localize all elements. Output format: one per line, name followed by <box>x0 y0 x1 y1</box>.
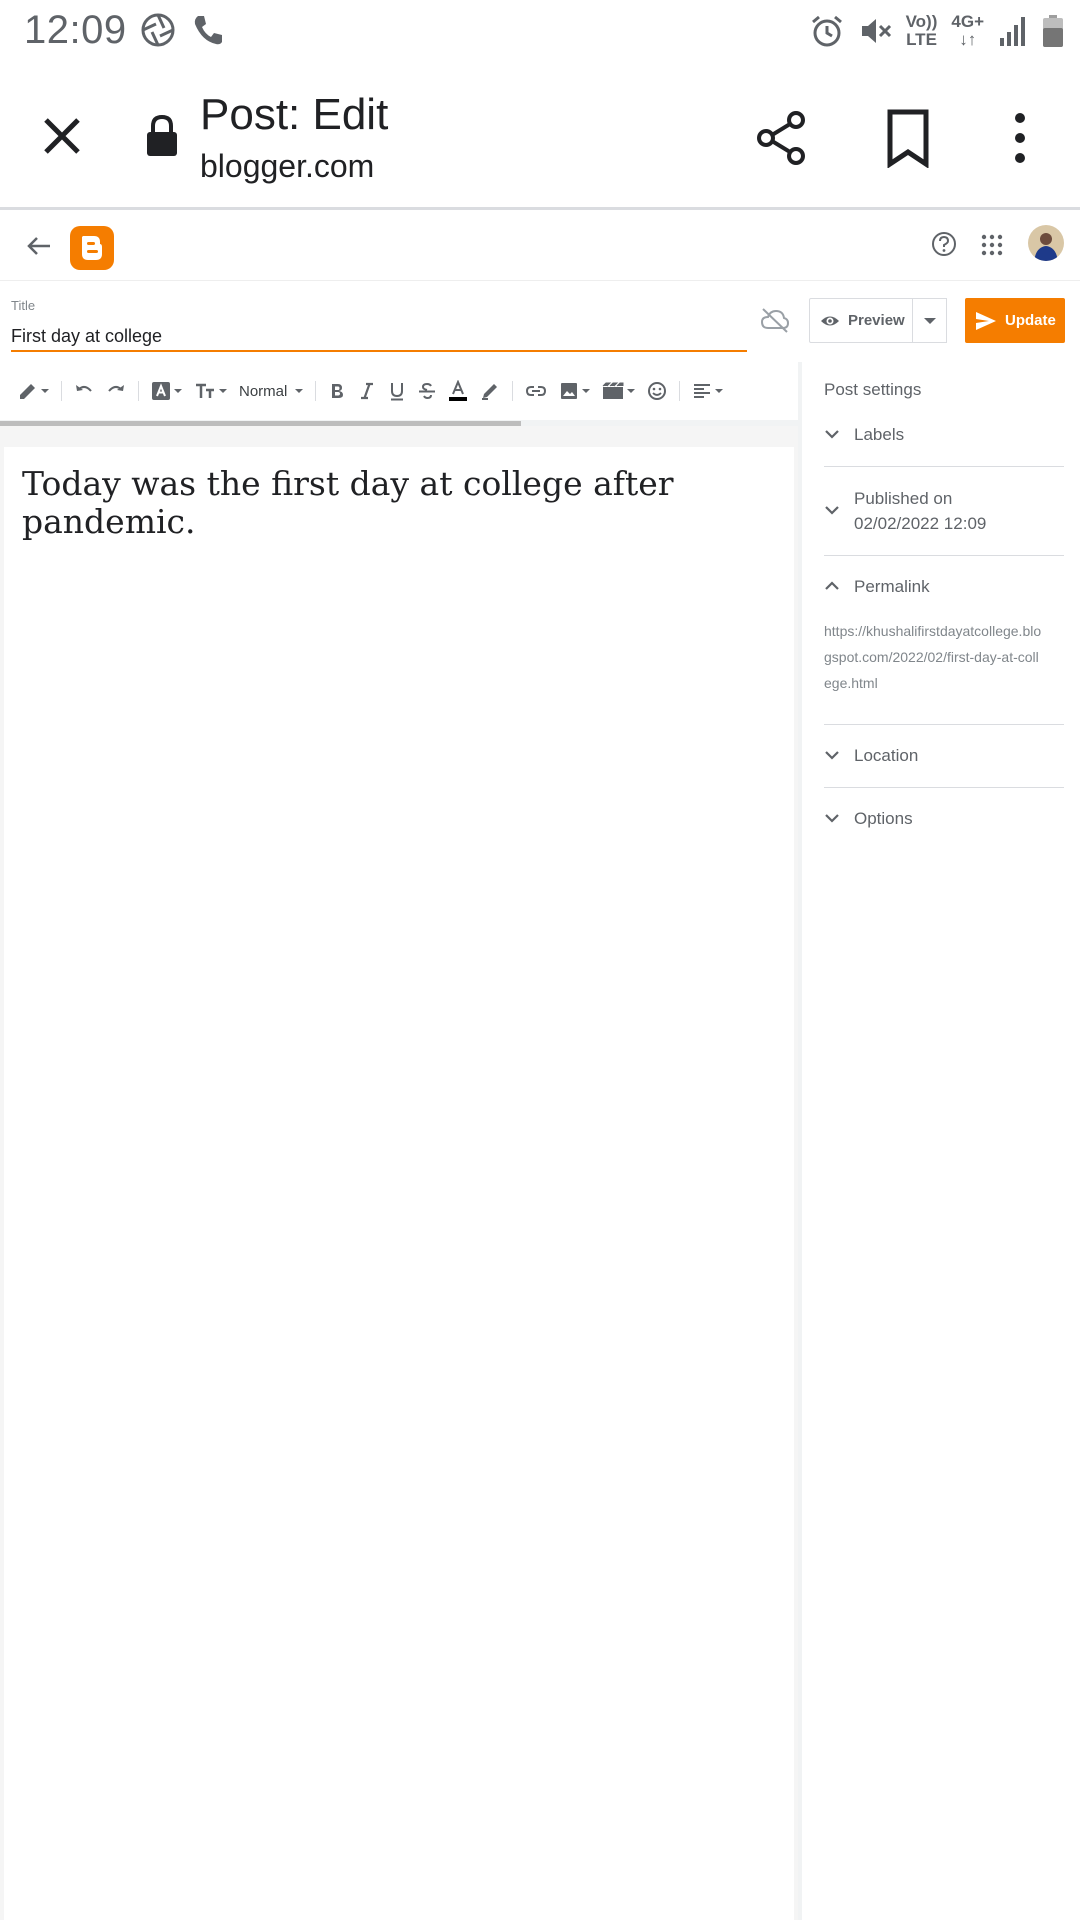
caret-down-icon <box>924 317 936 324</box>
post-title-input[interactable] <box>11 322 747 352</box>
pencil-icon <box>20 384 35 399</box>
chevron-down-icon <box>825 506 839 515</box>
blogger-logo[interactable] <box>70 226 114 270</box>
redo-button[interactable] <box>100 373 132 409</box>
battery-icon <box>1043 15 1063 47</box>
title-label: Title <box>11 298 36 313</box>
published-label: Published on <box>854 489 953 508</box>
emoji-button[interactable] <box>641 373 673 409</box>
image-icon <box>561 383 578 399</box>
back-arrow-icon[interactable] <box>26 233 52 259</box>
help-icon[interactable] <box>930 230 958 258</box>
bold-icon <box>332 384 344 398</box>
strikethrough-button[interactable] <box>412 373 442 409</box>
strikethrough-icon <box>419 382 436 400</box>
compose-mode-button[interactable] <box>12 373 55 409</box>
post-body-text: Today was the first day at college after… <box>22 464 674 541</box>
mute-icon <box>861 19 891 43</box>
font-button[interactable] <box>145 373 188 409</box>
status-bar: 12:09 Vo)) LTE 4G+ ↓↑ <box>0 0 1080 62</box>
permalink-url: https://khushalifirstdayatcollege.blogsp… <box>824 623 1042 691</box>
status-icons: Vo)) LTE 4G+ ↓↑ <box>810 10 1064 52</box>
align-left-icon <box>694 384 711 398</box>
highlight-button[interactable] <box>474 373 506 409</box>
post-settings-heading: Post settings <box>824 380 922 399</box>
chevron-down-icon <box>825 430 839 439</box>
post-body-editor[interactable]: Today was the first day at college after… <box>4 447 794 1920</box>
blogger-header <box>0 213 1080 281</box>
settings-location[interactable]: Location <box>824 743 1064 768</box>
settings-labels[interactable]: Labels <box>824 422 1064 447</box>
paragraph-style-select[interactable]: Normal <box>233 373 309 409</box>
send-icon <box>976 311 996 330</box>
text-color-button[interactable] <box>442 373 474 409</box>
insert-video-button[interactable] <box>596 373 641 409</box>
link-button[interactable] <box>519 373 553 409</box>
underline-button[interactable] <box>382 373 412 409</box>
font-icon <box>152 382 170 400</box>
preview-label: Preview <box>848 312 905 329</box>
volte-indicator: Vo)) LTE <box>905 12 938 49</box>
text-size-icon <box>196 383 214 398</box>
status-time: 12:09 <box>24 8 127 52</box>
link-icon <box>526 386 547 396</box>
update-button[interactable]: Update <box>965 298 1065 343</box>
text-color-icon <box>449 380 468 401</box>
phone-icon <box>194 16 222 45</box>
redo-icon <box>108 385 124 392</box>
update-label: Update <box>1005 312 1056 329</box>
page-title: Post: Edit <box>200 90 389 139</box>
share-icon[interactable] <box>752 108 812 168</box>
settings-permalink[interactable]: Permalink <box>824 574 1064 599</box>
aperture-icon <box>141 13 175 47</box>
avatar[interactable] <box>1028 225 1064 261</box>
formatting-toolbar: Normal <box>0 362 798 420</box>
browser-toolbar: Post: Edit blogger.com <box>0 62 1080 210</box>
italic-button[interactable] <box>352 373 382 409</box>
settings-published-on[interactable]: Published on 02/02/2022 12:09 <box>824 486 1064 536</box>
published-value: 02/02/2022 12:09 <box>854 514 987 533</box>
bookmark-icon[interactable] <box>880 108 936 168</box>
lock-icon <box>147 114 177 156</box>
underline-icon <box>391 383 404 401</box>
alarm-icon <box>811 15 842 47</box>
post-settings-panel: Post settings Labels Published on 02/02/… <box>798 362 1080 1920</box>
apps-grid-icon[interactable] <box>980 233 1004 257</box>
undo-button[interactable] <box>68 373 100 409</box>
bold-button[interactable] <box>322 373 352 409</box>
highlighter-icon <box>482 384 498 400</box>
font-size-button[interactable] <box>188 373 233 409</box>
eye-icon <box>821 316 839 325</box>
cloud-off-icon <box>760 308 790 333</box>
chevron-up-icon <box>825 581 839 590</box>
preview-dropdown-button[interactable] <box>912 298 947 343</box>
chevron-down-icon <box>825 814 839 823</box>
paragraph-style-value: Normal <box>239 382 288 400</box>
signal-icon <box>1000 17 1025 46</box>
undo-icon <box>76 385 92 392</box>
settings-options[interactable]: Options <box>824 806 1064 831</box>
close-icon[interactable] <box>34 108 90 164</box>
network-indicator: 4G+ ↓↑ <box>951 12 984 49</box>
video-icon <box>602 382 624 399</box>
insert-image-button[interactable] <box>553 373 596 409</box>
page-url: blogger.com <box>200 148 375 184</box>
blogger-b-icon <box>82 236 102 260</box>
more-vert-icon[interactable] <box>1000 108 1040 168</box>
align-button[interactable] <box>686 373 729 409</box>
italic-icon <box>361 382 374 400</box>
chevron-down-icon <box>825 751 839 760</box>
emoji-icon <box>648 382 667 400</box>
